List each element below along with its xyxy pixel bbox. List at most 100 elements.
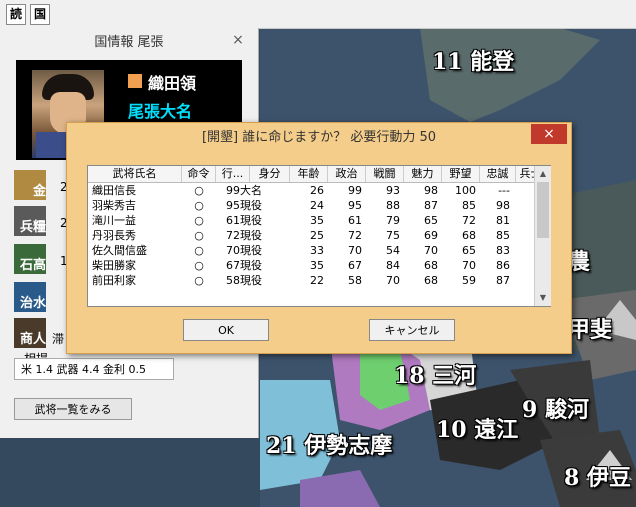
col-header-age[interactable]: 年齢 [290,166,328,182]
officer-ambition: 65 [462,244,476,257]
officer-ambition: 68 [462,229,476,242]
officer-ambition: 70 [462,259,476,272]
ok-button[interactable]: OK [183,319,269,341]
assign-officer-dialog: [開墾] 誰に命じますか？ 必要行動力 50 × 武将氏名 命令 行... 身分… [66,122,572,354]
rice-icon[interactable]: 兵糧 [14,206,46,236]
top-toolbar: 読 国 [0,0,636,29]
col-header-order[interactable]: 命令 [182,166,216,182]
col-header-rank[interactable]: 身分 [250,166,290,182]
officer-loyalty: --- [498,184,510,197]
officer-politics: 61 [348,214,362,227]
officer-charm: 70 [424,244,438,257]
col-header-ambition[interactable]: 野望 [442,166,480,182]
col-header-charm[interactable]: 魅力 [404,166,442,182]
officer-combat: 88 [386,199,400,212]
officer-rank: 現役 [240,259,262,272]
officer-age: 35 [310,259,324,272]
map-label-izu[interactable]: 8 伊豆 [564,460,631,492]
dialog-close-button[interactable]: × [531,124,567,144]
officer-rank: 現役 [240,244,262,257]
officer-politics: 67 [348,259,362,272]
officer-charm: 65 [424,214,438,227]
officer-ambition: 85 [462,199,476,212]
officer-loyalty: 98 [496,199,510,212]
gold-icon-label: 金 [32,184,46,199]
col-header-soldiers[interactable]: 兵士 [516,166,535,182]
map-label-totomi[interactable]: 10 遠江 [436,412,518,444]
officer-action: 70 [226,244,240,257]
col-header-combat[interactable]: 戦闘 [366,166,404,182]
officer-name: 佐久間信盛 [92,244,147,257]
officer-politics: 95 [348,199,362,212]
officer-action: 61 [226,214,240,227]
scroll-down-icon[interactable]: ▼ [535,291,551,305]
officer-charm: 68 [424,259,438,272]
officer-loyalty: 83 [496,244,510,257]
col-header-loyalty[interactable]: 忠誠 [480,166,516,182]
dialog-title: [開墾] 誰に命じますか？ 必要行動力 50 [201,130,437,145]
lord-domain-label: 織田領 [148,74,197,93]
gold-icon[interactable]: 金 [14,170,46,200]
list-header: 武将氏名 命令 行... 身分 年齢 政治 戦闘 魅力 野望 忠誠 兵士 [88,166,534,183]
officer-rank: 現役 [240,274,262,287]
panel-title: 国情報 尾張 [94,35,164,50]
officer-charm: 98 [424,184,438,197]
clan-color-icon [128,74,142,88]
map-label-mikawa[interactable]: 18 三河 [394,358,476,390]
officer-rank: 現役 [240,214,262,227]
scroll-thumb[interactable] [537,182,549,238]
scroll-up-icon[interactable]: ▲ [535,167,551,181]
cancel-button[interactable]: キャンセル [369,319,455,341]
officer-combat: 79 [386,214,400,227]
panel-close-button[interactable]: × [224,31,252,49]
officer-combat: 75 [386,229,400,242]
officer-age: 26 [310,184,324,197]
officer-politics: 70 [348,244,362,257]
flood-control-icon-label: 治水 [19,296,46,311]
merchant-icon-label: 商人 [19,332,46,347]
officer-politics: 58 [348,274,362,287]
officer-order: ○ [194,244,204,257]
flood-control-icon[interactable]: 治水 [14,282,46,312]
officer-name: 丹羽長秀 [92,229,136,242]
officer-name: 織田信長 [92,184,136,197]
officer-loyalty: 81 [496,214,510,227]
officer-age: 35 [310,214,324,227]
officer-order: ○ [194,199,204,212]
officer-age: 25 [310,229,324,242]
toolbar-province-button[interactable]: 国 [30,4,51,25]
map-label-suruga[interactable]: 9 駿河 [522,392,589,424]
map-label-ise[interactable]: 21 伊勢志摩 [266,428,392,460]
col-header-name[interactable]: 武将氏名 [88,166,182,182]
map-label-noto[interactable]: 11 能登 [432,44,514,76]
officer-row[interactable]: 佐久間信盛 ○ 70 現役 33 70 54 70 65 83 [88,243,534,258]
officer-loyalty: 86 [496,259,510,272]
officer-row[interactable]: 丹羽長秀 ○ 72 現役 25 72 75 69 68 85 [88,228,534,243]
officer-name: 滝川一益 [92,214,136,227]
officer-ambition: 72 [462,214,476,227]
officer-row[interactable]: 織田信長 ○ 99 大名 26 99 93 98 100 --- [88,183,534,198]
officer-rank: 大名 [240,184,262,197]
kokudaka-icon[interactable]: 石高 [14,244,46,274]
officer-order: ○ [194,229,204,242]
officer-age: 22 [310,274,324,287]
kokudaka-icon-label: 石高 [19,258,46,273]
col-header-action[interactable]: 行... [216,166,250,182]
officer-list: 武将氏名 命令 行... 身分 年齢 政治 戦闘 魅力 野望 忠誠 兵士 織田信… [87,165,551,307]
officer-row[interactable]: 柴田勝家 ○ 67 現役 35 67 84 68 70 86 [88,258,534,273]
officer-row[interactable]: 前田利家 ○ 58 現役 22 58 70 68 59 87 [88,273,534,288]
officer-row[interactable]: 滝川一益 ○ 61 現役 35 61 79 65 72 81 [88,213,534,228]
officer-combat: 84 [386,259,400,272]
officer-combat: 93 [386,184,400,197]
merchant-icon[interactable]: 商人 [14,318,46,348]
col-header-politics[interactable]: 政治 [328,166,366,182]
officer-order: ○ [194,214,204,227]
officer-action: 95 [226,199,240,212]
officer-politics: 72 [348,229,362,242]
officer-row[interactable]: 羽柴秀吉 ○ 95 現役 24 95 88 87 85 98 [88,198,534,213]
list-scrollbar[interactable]: ▲ ▼ [534,166,551,306]
officer-list-button[interactable]: 武将一覧をみる [14,398,132,420]
toolbar-read-button[interactable]: 読 [6,4,27,25]
map-label-kai[interactable]: 甲斐 [568,312,612,344]
officer-combat: 54 [386,244,400,257]
